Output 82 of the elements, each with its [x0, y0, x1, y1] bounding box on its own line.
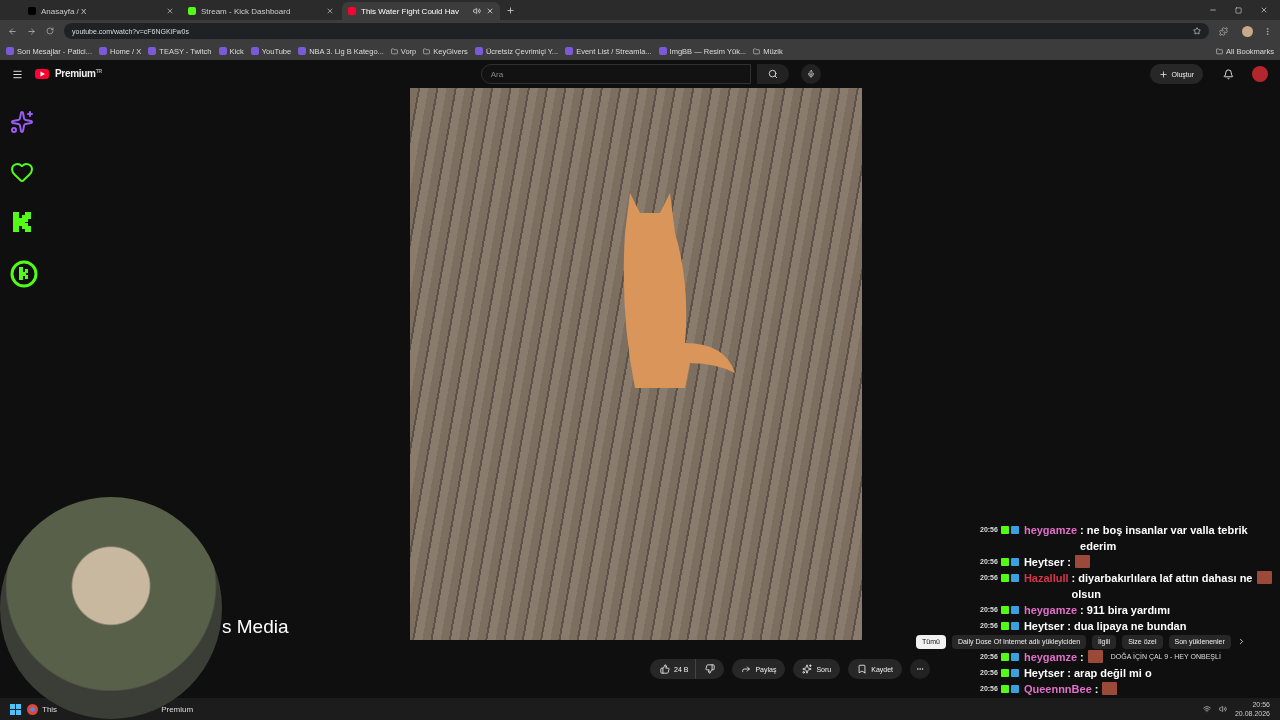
thumbs-up-icon: [660, 664, 670, 674]
close-icon[interactable]: [166, 7, 174, 15]
favicon-icon: [298, 47, 307, 55]
chat-text: : diyarbakırlılara laf attın dahası ne olsun: [1071, 571, 1253, 602]
chat-text: : ne boş insanlar var valla tebrik ederim: [1080, 523, 1249, 554]
chat-username: QueennnBee: [1023, 682, 1092, 697]
favicon-icon: [474, 47, 483, 55]
favicon-icon: [658, 47, 667, 55]
chat-text: : 911 bira yardımı: [1080, 603, 1170, 618]
favicon-icon: [218, 47, 227, 55]
sparkle-icon: [802, 664, 813, 674]
chat-username: Heytser: [1023, 555, 1065, 570]
favicon-icon: [250, 47, 259, 55]
browser-tab[interactable]: Stream - Kick Dashboard: [182, 2, 340, 20]
maximize-icon[interactable]: [1235, 6, 1242, 14]
badge-icon: [1010, 526, 1019, 534]
channel-name[interactable]: s Media: [222, 616, 410, 640]
emote-icon: [1257, 571, 1272, 584]
emote-icon: [1102, 682, 1118, 695]
bookmark-icon: [857, 664, 868, 674]
mic-button[interactable]: [800, 64, 821, 84]
sparkle-icon: [10, 110, 34, 134]
search-icon: [767, 69, 778, 79]
favicon-icon: [99, 47, 108, 55]
browser-tab[interactable]: This Water Fight Could Hav: [342, 2, 500, 20]
chat-username: Heytser: [1023, 619, 1065, 634]
chat-username: heygamze: [1023, 650, 1078, 665]
search-button[interactable]: [756, 64, 789, 84]
emote-icon: [1087, 650, 1103, 663]
forward-icon[interactable]: [27, 26, 36, 36]
chat-text: :: [1067, 555, 1071, 570]
folder-icon: [753, 47, 761, 55]
back-icon[interactable]: [8, 26, 17, 36]
chat-text: : dua lipaya ne bundan: [1067, 619, 1187, 634]
wifi-icon[interactable]: [1202, 705, 1211, 713]
search-field[interactable]: Ara: [480, 64, 751, 84]
close-icon[interactable]: [1260, 6, 1268, 14]
thumbs-down-icon: [705, 664, 716, 674]
k-logo-icon: [10, 210, 34, 234]
bell-icon[interactable]: [1223, 68, 1234, 80]
favicon-icon: [28, 7, 36, 15]
profile-avatar[interactable]: [1242, 25, 1253, 37]
premium-logo[interactable]: Premium$^{TR}$: [55, 68, 102, 80]
channel-avatar[interactable]: [1252, 66, 1268, 82]
taskbar-app[interactable]: This: [42, 704, 58, 714]
heart-icon: [10, 160, 34, 184]
more-button[interactable]: [910, 659, 930, 679]
chat-username: heygamze: [1023, 523, 1078, 538]
taskbar-app[interactable]: Premium: [161, 704, 194, 714]
reload-icon[interactable]: [46, 27, 54, 35]
favicon-icon: [188, 7, 196, 15]
favicon-icon: [6, 47, 14, 55]
chat-text: :: [1094, 682, 1099, 697]
chat-text: : arap değil mi o: [1067, 666, 1152, 681]
close-icon[interactable]: [326, 7, 334, 15]
favicon-icon: [565, 47, 574, 55]
speaker-icon[interactable]: [473, 7, 481, 15]
favicon-icon: [148, 47, 157, 55]
folder-icon: [390, 47, 398, 55]
chat-text: :: [1080, 650, 1084, 665]
favicon-icon: [348, 7, 356, 15]
new-tab-icon[interactable]: [506, 6, 515, 15]
folder-icon: [1216, 47, 1224, 55]
folder-icon: [423, 47, 431, 55]
menu-icon[interactable]: [12, 68, 23, 80]
chat-username: heygamze: [1023, 603, 1078, 618]
emote-icon: [1074, 555, 1090, 568]
chat-username: Heytser: [1023, 666, 1065, 681]
star-icon[interactable]: [1193, 27, 1201, 35]
browser-icon[interactable]: [27, 703, 38, 715]
k-logo-icon: [10, 260, 38, 288]
chat-username: Hazallull: [1023, 571, 1069, 586]
plus-icon: [1159, 69, 1169, 79]
mic-icon: [806, 69, 815, 79]
windows-start-icon[interactable]: [10, 703, 21, 715]
minimize-icon[interactable]: [1209, 6, 1217, 14]
play-logo-icon[interactable]: [35, 69, 49, 79]
share-icon: [741, 664, 752, 674]
browser-tab[interactable]: Anasayfa / X: [22, 2, 180, 20]
extensions-icon[interactable]: [1219, 26, 1228, 36]
speaker-icon[interactable]: [1218, 705, 1227, 713]
kick-badge-icon: [1000, 526, 1009, 534]
